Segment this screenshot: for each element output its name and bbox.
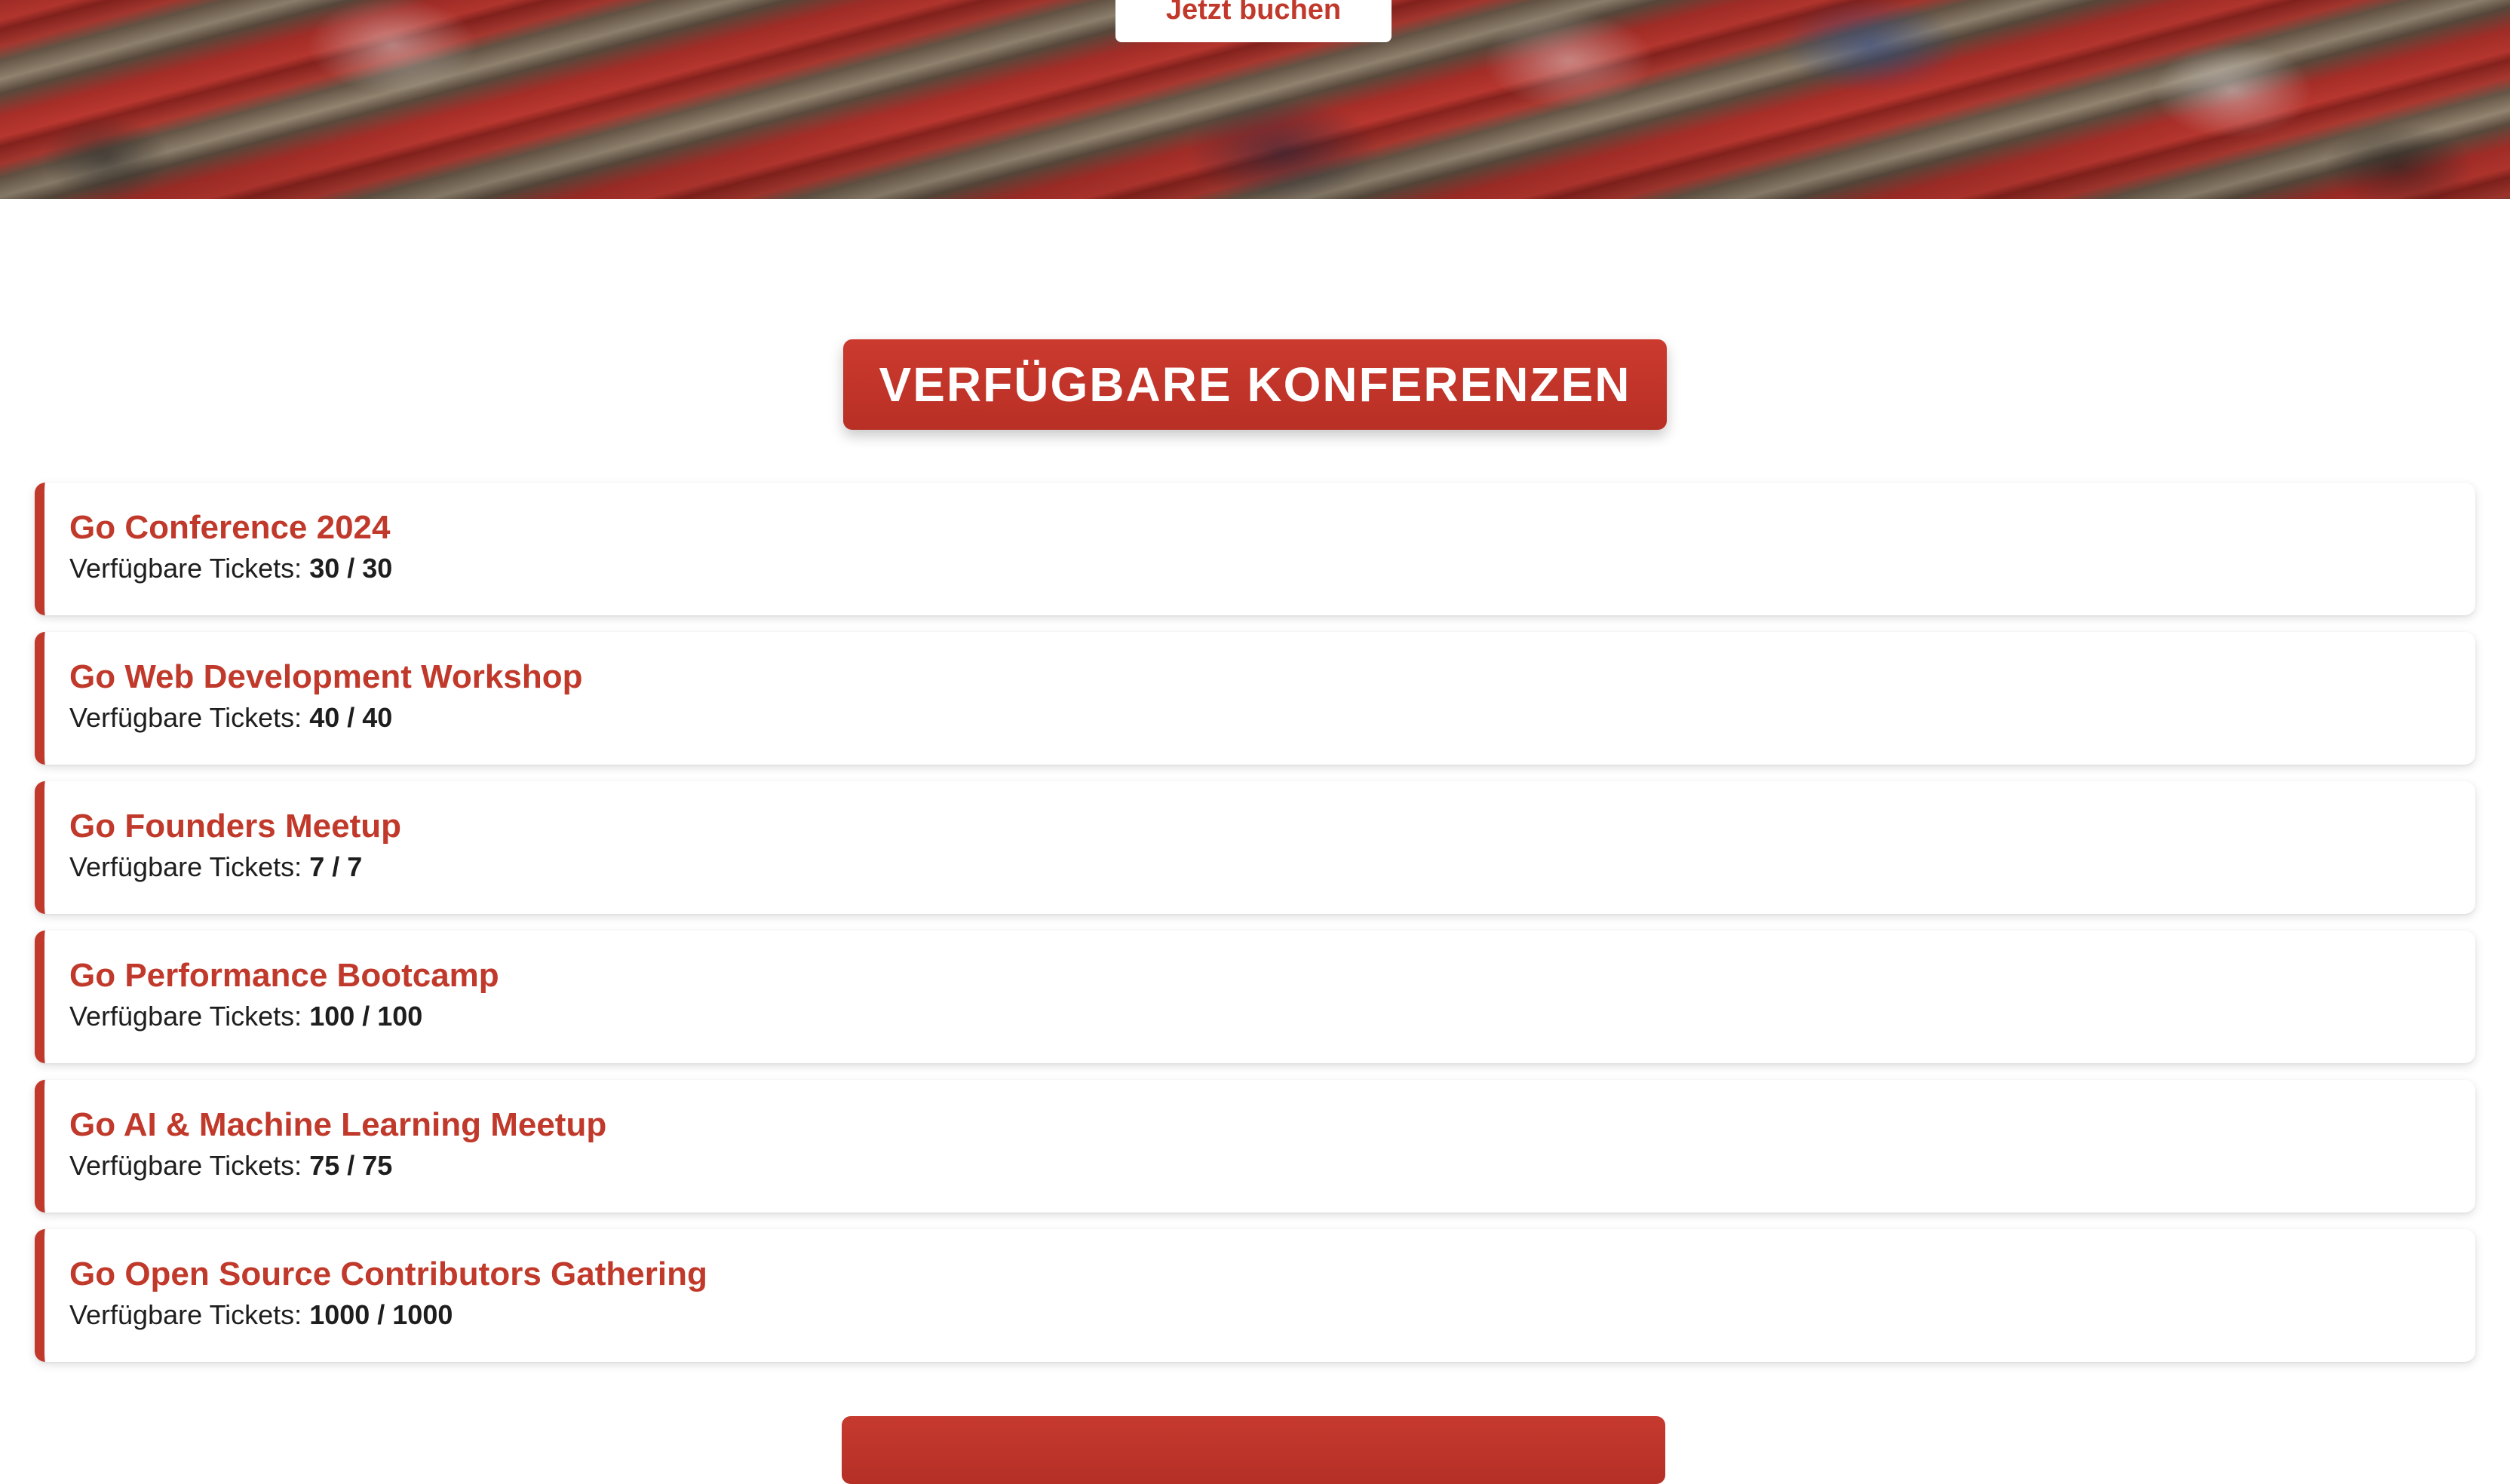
ticket-availability: Verfügbare Tickets: 100 / 100 [69,1000,2475,1033]
conference-card[interactable]: Go Performance Bootcamp Verfügbare Ticke… [35,931,2475,1063]
section-header: VERFÜGBARE KONFERENZEN [0,339,2510,430]
conference-card[interactable]: Go Founders Meetup Verfügbare Tickets: 7… [35,781,2475,914]
conference-name[interactable]: Go Web Development Workshop [69,658,2475,697]
tickets-count: 40 / 40 [309,702,393,733]
conference-name[interactable]: Go AI & Machine Learning Meetup [69,1105,2475,1145]
conference-name[interactable]: Go Open Source Contributors Gathering [69,1255,2475,1294]
section-title: VERFÜGBARE KONFERENZEN [842,339,1668,430]
conference-list: Go Conference 2024 Verfügbare Tickets: 3… [35,483,2475,1378]
tickets-count: 7 / 7 [309,851,363,882]
tickets-count: 1000 / 1000 [309,1299,453,1330]
conference-name[interactable]: Go Performance Bootcamp [69,956,2475,995]
tickets-label: Verfügbare Tickets: [69,851,302,882]
conference-card[interactable]: Go AI & Machine Learning Meetup Verfügba… [35,1080,2475,1213]
ticket-availability: Verfügbare Tickets: 30 / 30 [69,552,2475,585]
tickets-label: Verfügbare Tickets: [69,702,302,733]
bottom-action-button[interactable] [842,1416,1665,1484]
ticket-availability: Verfügbare Tickets: 1000 / 1000 [69,1298,2475,1332]
conference-card[interactable]: Go Conference 2024 Verfügbare Tickets: 3… [35,483,2475,615]
tickets-label: Verfügbare Tickets: [69,1299,302,1330]
conference-name[interactable]: Go Founders Meetup [69,807,2475,846]
tickets-label: Verfügbare Tickets: [69,553,302,584]
ticket-availability: Verfügbare Tickets: 7 / 7 [69,851,2475,884]
ticket-availability: Verfügbare Tickets: 40 / 40 [69,701,2475,734]
conference-card[interactable]: Go Open Source Contributors Gathering Ve… [35,1229,2475,1362]
conference-card[interactable]: Go Web Development Workshop Verfügbare T… [35,632,2475,765]
conference-name[interactable]: Go Conference 2024 [69,508,2475,547]
tickets-label: Verfügbare Tickets: [69,1001,302,1032]
ticket-availability: Verfügbare Tickets: 75 / 75 [69,1149,2475,1182]
tickets-count: 100 / 100 [309,1001,423,1032]
tickets-count: 75 / 75 [309,1150,393,1181]
tickets-count: 30 / 30 [309,553,393,584]
tickets-label: Verfügbare Tickets: [69,1150,302,1181]
book-now-button[interactable]: Jetzt buchen [1115,0,1392,42]
